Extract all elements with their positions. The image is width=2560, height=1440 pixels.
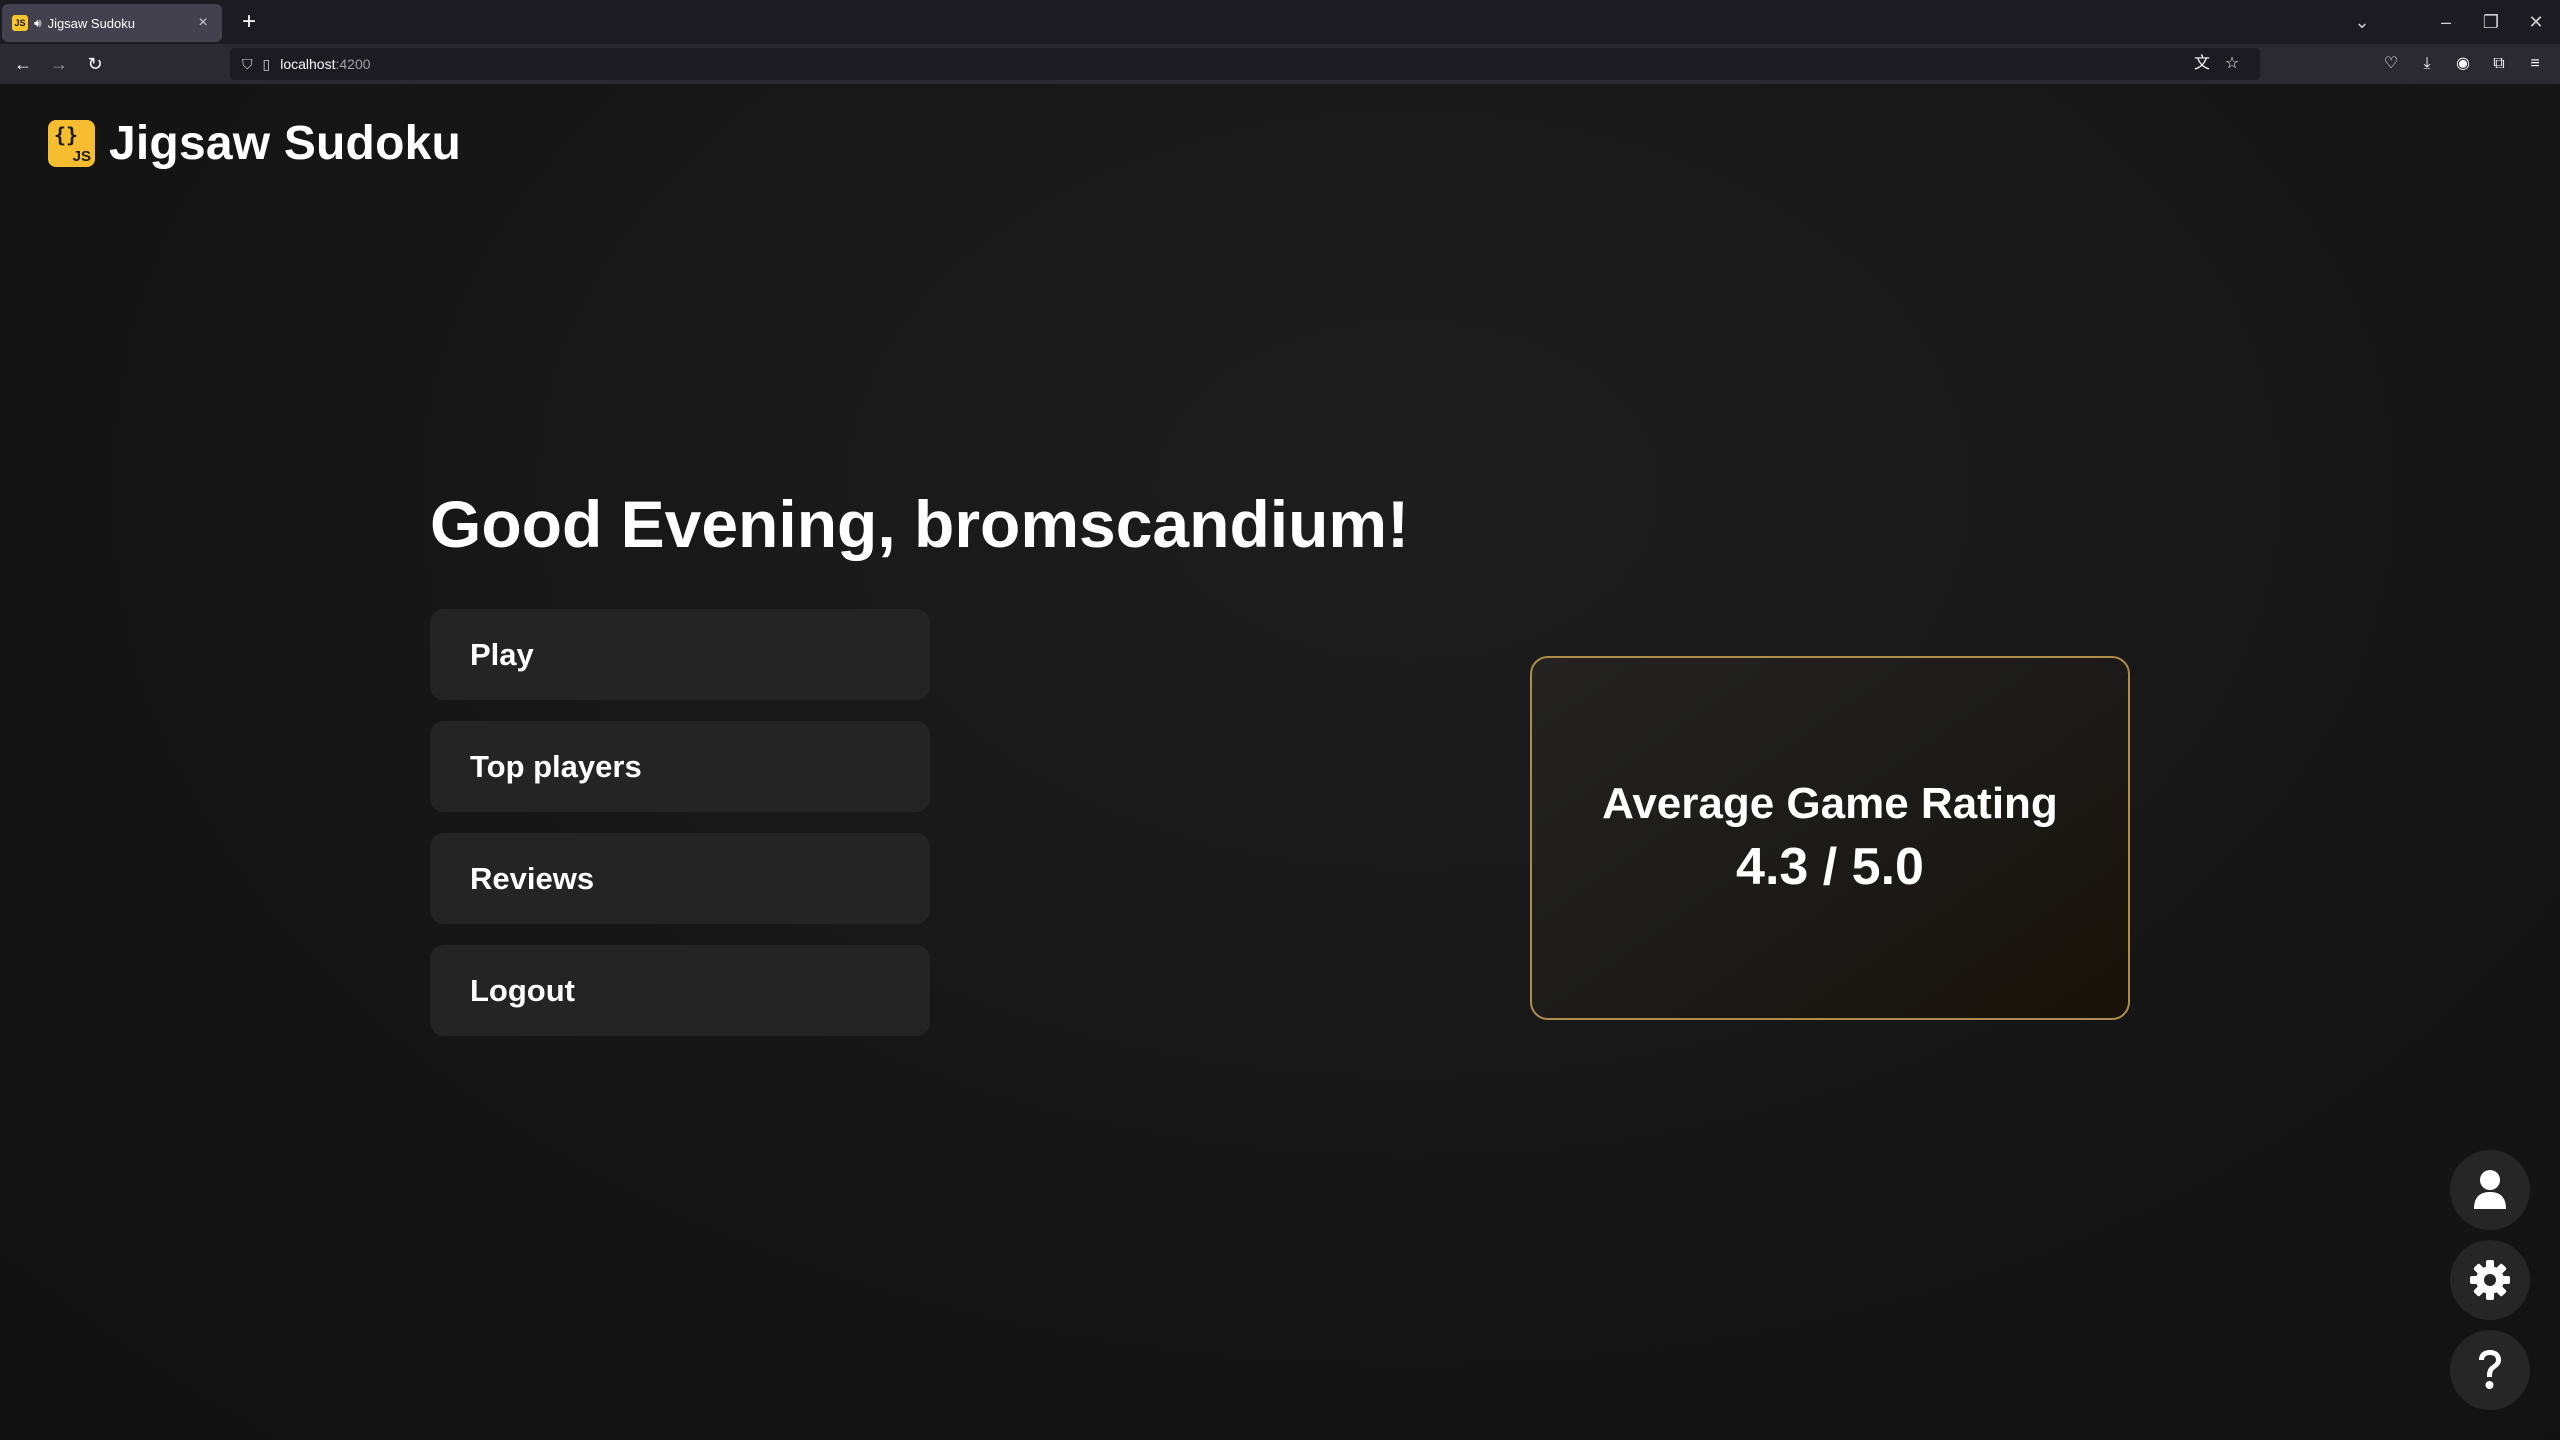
close-tab-icon[interactable]: ×: [194, 14, 212, 32]
tab-title: Jigsaw Sudoku: [47, 15, 136, 31]
logo-braces: {}: [54, 123, 79, 147]
restore-icon[interactable]: ❐: [2476, 8, 2506, 36]
extensions-icon[interactable]: ⧉: [2486, 52, 2512, 76]
logout-button[interactable]: Logout: [430, 945, 930, 1036]
close-window-icon[interactable]: ✕: [2521, 8, 2551, 36]
rating-card: Average Game Rating 4.3 / 5.0: [1530, 656, 2130, 1020]
tab-favicon-icon: JS: [12, 15, 28, 31]
url-host: localhost: [280, 56, 336, 72]
browser-tabstrip: JS 🔊︎ Jigsaw Sudoku × + ⌄ – ❐ ✕: [0, 0, 2560, 44]
forward-icon[interactable]: →: [44, 50, 74, 78]
bookmark-star-icon[interactable]: ☆: [2220, 52, 2244, 76]
url-bar[interactable]: ⛉ ▯ localhost:4200 文 ☆: [230, 48, 2260, 80]
rating-title: Average Game Rating: [1602, 779, 2058, 828]
rating-value: 4.3 / 5.0: [1736, 838, 1924, 896]
gear-icon: [2470, 1260, 2510, 1300]
pocket-icon[interactable]: ♡: [2378, 52, 2404, 76]
account-icon[interactable]: ◉: [2450, 52, 2476, 76]
help-button[interactable]: [2450, 1330, 2530, 1410]
help-icon: [2479, 1350, 2501, 1389]
play-button[interactable]: Play: [430, 609, 930, 700]
main-menu: Play Top players Reviews Logout: [430, 609, 930, 1057]
speaker-icon[interactable]: 🔊︎: [34, 16, 42, 31]
browser-navbar: ← → ↻ ⛉ ▯ localhost:4200 文 ☆ ♡ ⤓ ◉ ⧉ ≡: [0, 44, 2560, 84]
brand[interactable]: {} JS Jigsaw Sudoku: [48, 116, 461, 171]
greeting-heading: Good Evening, bromscandium!: [430, 487, 1410, 561]
translate-icon[interactable]: 文: [2190, 52, 2214, 76]
minimize-icon[interactable]: –: [2431, 8, 2461, 36]
download-icon[interactable]: ⤓: [2414, 52, 2440, 76]
profile-button[interactable]: [2450, 1150, 2530, 1230]
browser-tab[interactable]: JS 🔊︎ Jigsaw Sudoku ×: [2, 4, 222, 42]
settings-button[interactable]: [2450, 1240, 2530, 1320]
logo-js-text: JS: [72, 148, 91, 165]
js-logo-icon: {} JS: [48, 120, 95, 167]
reviews-button[interactable]: Reviews: [430, 833, 930, 924]
back-icon[interactable]: ←: [8, 50, 38, 78]
url-port: :4200: [335, 56, 371, 72]
tab-list-chevron-down-icon[interactable]: ⌄: [2347, 8, 2377, 36]
app-title: Jigsaw Sudoku: [109, 117, 462, 170]
reload-icon[interactable]: ↻: [80, 50, 110, 78]
shield-icon[interactable]: ⛉: [242, 56, 253, 73]
page: {} JS Jigsaw Sudoku Good Evening, bromsc…: [0, 84, 2560, 1440]
new-tab-icon[interactable]: +: [234, 8, 264, 36]
user-icon: [2474, 1170, 2506, 1209]
page-icon: ▯: [262, 55, 271, 72]
menu-icon[interactable]: ≡: [2522, 52, 2548, 76]
top-players-button[interactable]: Top players: [430, 721, 930, 812]
